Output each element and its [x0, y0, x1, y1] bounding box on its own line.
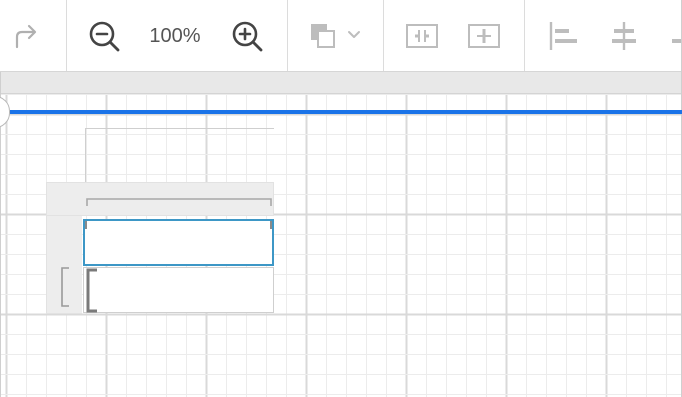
cell-corner-markers: [85, 221, 272, 231]
table-cell[interactable]: [83, 267, 274, 313]
cell-left-indent-marker: [84, 268, 100, 314]
toolbar-separator: [524, 0, 525, 71]
table-row-handles[interactable]: [46, 216, 82, 314]
toolbar: 100%: [0, 0, 682, 72]
distribute-horizontal-icon: [405, 19, 439, 53]
toolbar-separator: [287, 0, 288, 71]
zoom-out-button[interactable]: [86, 18, 122, 54]
table-object[interactable]: [46, 182, 274, 314]
align-center-button[interactable]: [606, 18, 642, 54]
table-anchor-lines: [84, 128, 274, 184]
distribute-vertical-button[interactable]: [466, 18, 502, 54]
fill-color-button[interactable]: [304, 18, 366, 54]
redo-icon: [11, 21, 41, 51]
align-center-icon: [607, 19, 641, 53]
column-width-marker: [85, 197, 275, 207]
fill-color-icon: [305, 19, 365, 53]
toolbar-separator: [66, 0, 67, 71]
table-cell-selected[interactable]: [83, 219, 274, 266]
distribute-horizontal-button[interactable]: [404, 18, 440, 54]
align-right-button[interactable]: [664, 18, 682, 54]
distribute-vertical-icon: [467, 19, 501, 53]
zoom-out-icon: [87, 19, 121, 53]
align-left-icon: [546, 19, 580, 53]
page-margin-guide[interactable]: [10, 110, 682, 114]
table-header-row[interactable]: [46, 182, 274, 216]
align-right-icon: [664, 19, 682, 53]
toolbar-separator: [383, 0, 384, 71]
zoom-in-button[interactable]: [229, 18, 265, 54]
redo-button[interactable]: [8, 18, 44, 54]
zoom-in-icon: [230, 19, 264, 53]
ruler-strip: [0, 72, 682, 94]
row-bracket-icon: [59, 266, 71, 310]
align-left-button[interactable]: [545, 18, 581, 54]
zoom-level: 100%: [140, 24, 210, 48]
